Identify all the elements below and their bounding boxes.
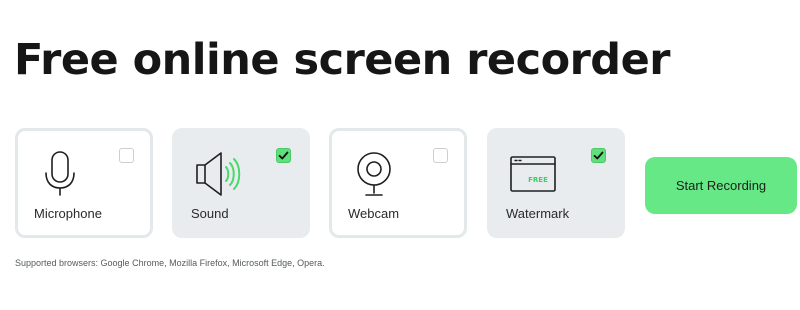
start-recording-button[interactable]: Start Recording: [645, 157, 797, 214]
webcam-icon: [357, 152, 391, 196]
page-title: Free online screen recorder: [14, 35, 670, 85]
check-icon: [593, 151, 604, 160]
watermark-icon: FREE: [510, 156, 556, 192]
option-label-sound: Sound: [191, 206, 229, 221]
watermark-icon-text: FREE: [528, 176, 548, 184]
supported-browsers-note: Supported browsers: Google Chrome, Mozil…: [15, 258, 325, 268]
webcam-checkbox[interactable]: [433, 148, 448, 163]
option-card-sound[interactable]: Sound: [172, 128, 310, 238]
speaker-icon: [196, 152, 241, 196]
check-icon: [278, 151, 289, 160]
microphone-checkbox[interactable]: [119, 148, 134, 163]
option-card-webcam[interactable]: Webcam: [329, 128, 467, 238]
option-card-watermark[interactable]: FREE Watermark: [487, 128, 625, 238]
option-label-webcam: Webcam: [348, 206, 400, 221]
sound-checkbox[interactable]: [276, 148, 291, 163]
watermark-checkbox[interactable]: [591, 148, 606, 163]
option-label-watermark: Watermark: [506, 206, 570, 221]
option-card-microphone[interactable]: Microphone: [15, 128, 153, 238]
microphone-icon: [45, 151, 75, 196]
option-label-microphone: Microphone: [34, 206, 102, 221]
